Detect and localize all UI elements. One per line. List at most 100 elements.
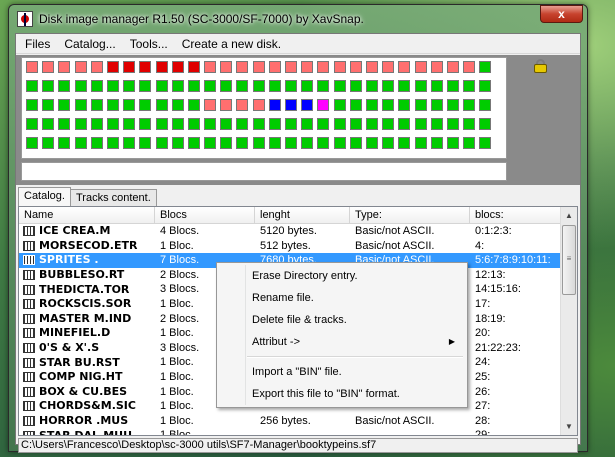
disk-block-cell[interactable] <box>333 99 346 111</box>
disk-block-cell[interactable] <box>414 137 427 149</box>
disk-block-cell[interactable] <box>430 80 443 92</box>
disk-block-cell[interactable] <box>42 99 55 111</box>
disk-block-cell[interactable] <box>479 61 492 73</box>
disk-block-cell[interactable] <box>204 99 217 111</box>
disk-block-cell[interactable] <box>42 80 55 92</box>
disk-block-cell[interactable] <box>382 118 395 130</box>
disk-block-cell[interactable] <box>123 137 136 149</box>
table-row[interactable]: HORROR .MUS 1 Bloc. 256 bytes. Basic/not AS… <box>19 414 577 429</box>
disk-block-cell[interactable] <box>285 118 297 130</box>
disk-block-cell[interactable] <box>187 118 200 130</box>
disk-block-cell[interactable] <box>463 137 476 149</box>
disk-block-cell[interactable] <box>220 137 233 149</box>
disk-block-cell[interactable] <box>252 61 265 73</box>
disk-block-cell[interactable] <box>382 80 395 92</box>
menu-erase-directory-entry[interactable]: Erase Directory entry. <box>219 265 465 287</box>
disk-block-cell[interactable] <box>349 118 362 130</box>
scroll-down-icon[interactable]: ▼ <box>561 418 577 435</box>
disk-block-cell[interactable] <box>220 99 233 111</box>
disk-block-cell[interactable] <box>171 61 184 73</box>
tab-catalog[interactable]: Catalog. <box>18 187 71 206</box>
disk-block-cell[interactable] <box>430 137 443 149</box>
disk-block-cell[interactable] <box>74 118 87 130</box>
disk-block-cell[interactable] <box>301 61 314 73</box>
disk-block-cell[interactable] <box>155 99 168 111</box>
disk-block-cell[interactable] <box>123 99 136 111</box>
disk-block-cell[interactable] <box>446 61 459 73</box>
disk-block-cell[interactable] <box>74 61 87 73</box>
disk-block-cell[interactable] <box>236 137 249 149</box>
table-row[interactable]: ICE CREA.M 4 Blocs. 5120 bytes. Basic/not A… <box>19 224 577 239</box>
disk-block-cell[interactable] <box>236 80 249 92</box>
disk-block-cell[interactable] <box>58 118 71 130</box>
menu-files[interactable]: Files <box>18 35 57 53</box>
disk-block-cell[interactable] <box>42 137 55 149</box>
disk-block-cell[interactable] <box>26 118 38 130</box>
disk-block-cell[interactable] <box>430 99 443 111</box>
disk-block-cell[interactable] <box>252 80 265 92</box>
disk-block-cell[interactable] <box>252 99 265 111</box>
menu-attribut[interactable]: Attribut -> ▶ <box>219 331 465 353</box>
disk-block-cell[interactable] <box>90 80 103 92</box>
disk-block-cell[interactable] <box>365 118 378 130</box>
vertical-scrollbar[interactable]: ▲ ≡ ▼ <box>560 207 577 435</box>
disk-block-cell[interactable] <box>204 61 217 73</box>
disk-block-cell[interactable] <box>414 61 427 73</box>
disk-block-cell[interactable] <box>430 118 443 130</box>
disk-block-cell[interactable] <box>446 99 459 111</box>
disk-block-cell[interactable] <box>446 137 459 149</box>
disk-block-cell[interactable] <box>349 99 362 111</box>
disk-block-cell[interactable] <box>74 137 87 149</box>
disk-block-cell[interactable] <box>58 80 71 92</box>
disk-block-cell[interactable] <box>414 80 427 92</box>
menu-catalog[interactable]: Catalog... <box>57 35 122 53</box>
disk-block-cell[interactable] <box>26 137 38 149</box>
disk-block-map[interactable] <box>21 57 507 159</box>
disk-block-cell[interactable] <box>139 61 152 73</box>
disk-block-cell[interactable] <box>317 80 330 92</box>
disk-block-cell[interactable] <box>446 80 459 92</box>
menu-rename-file[interactable]: Rename file. <box>219 287 465 309</box>
disk-block-cell[interactable] <box>365 61 378 73</box>
disk-block-cell[interactable] <box>446 118 459 130</box>
disk-block-cell[interactable] <box>317 61 330 73</box>
disk-block-cell[interactable] <box>106 80 119 92</box>
disk-block-cell[interactable] <box>171 80 184 92</box>
disk-block-cell[interactable] <box>155 137 168 149</box>
disk-block-cell[interactable] <box>349 61 362 73</box>
disk-block-cell[interactable] <box>58 99 71 111</box>
disk-block-cell[interactable] <box>155 80 168 92</box>
tab-tracks-content[interactable]: Tracks content. <box>69 189 157 206</box>
title-bar[interactable]: Disk image manager R1.50 (SC-3000/SF-700… <box>15 5 583 33</box>
disk-block-cell[interactable] <box>301 137 314 149</box>
disk-block-cell[interactable] <box>479 118 492 130</box>
disk-block-cell[interactable] <box>252 118 265 130</box>
disk-block-cell[interactable] <box>236 118 249 130</box>
disk-block-cell[interactable] <box>106 99 119 111</box>
disk-block-cell[interactable] <box>155 118 168 130</box>
disk-block-cell[interactable] <box>139 137 152 149</box>
disk-block-cell[interactable] <box>26 61 38 73</box>
disk-block-cell[interactable] <box>155 61 168 73</box>
menu-delete-file-tracks[interactable]: Delete file & tracks. <box>219 309 465 331</box>
disk-block-cell[interactable] <box>123 118 136 130</box>
disk-block-cell[interactable] <box>285 61 297 73</box>
disk-block-cell[interactable] <box>414 99 427 111</box>
disk-block-cell[interactable] <box>479 137 492 149</box>
disk-block-cell[interactable] <box>268 118 281 130</box>
disk-block-cell[interactable] <box>333 61 346 73</box>
disk-block-cell[interactable] <box>463 80 476 92</box>
disk-block-cell[interactable] <box>187 99 200 111</box>
disk-block-cell[interactable] <box>220 80 233 92</box>
disk-block-cell[interactable] <box>106 61 119 73</box>
disk-block-cell[interactable] <box>382 137 395 149</box>
disk-block-cell[interactable] <box>42 61 55 73</box>
disk-block-cell[interactable] <box>187 61 200 73</box>
menu-create-new-disk[interactable]: Create a new disk. <box>175 35 288 53</box>
disk-block-cell[interactable] <box>463 61 476 73</box>
disk-block-cell[interactable] <box>123 80 136 92</box>
disk-block-cell[interactable] <box>74 80 87 92</box>
disk-block-cell[interactable] <box>301 80 314 92</box>
disk-block-cell[interactable] <box>42 118 55 130</box>
disk-block-cell[interactable] <box>123 61 136 73</box>
